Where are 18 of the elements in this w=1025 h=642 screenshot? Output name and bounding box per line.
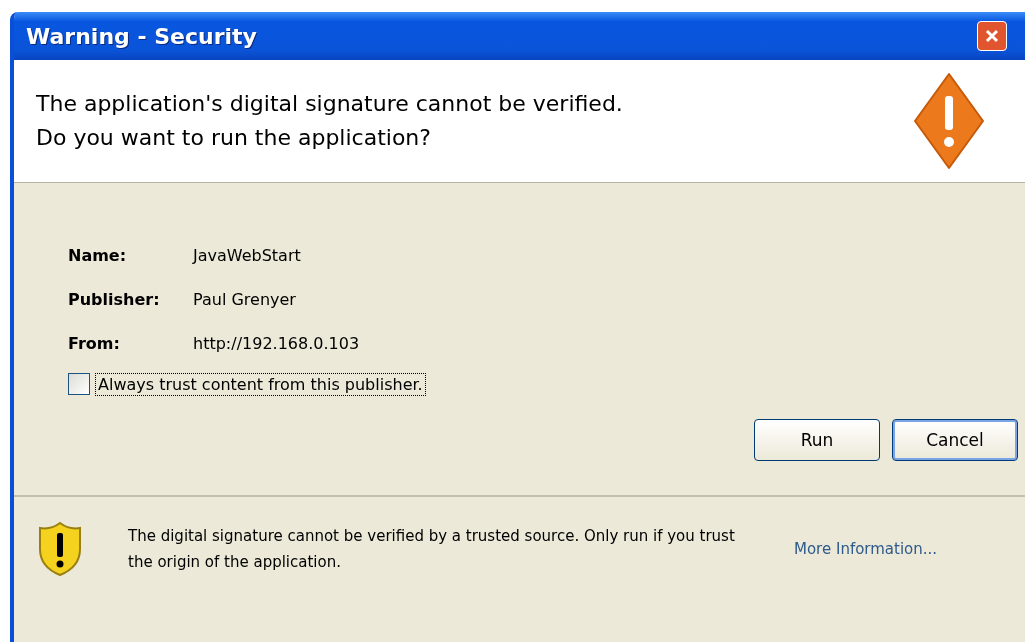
field-value: JavaWebStart [193,245,301,265]
field-label: Name: [68,245,128,265]
checkbox-label[interactable]: Always trust content from this publisher. [96,373,425,395]
run-button[interactable]: Run [754,419,880,461]
warning-diamond-icon [913,72,985,170]
footer-text: The digital signature cannot be verified by a trusted source. Only run if you trust the origin of the application. [128,526,736,573]
field-label: From: [68,333,121,353]
more-information-link[interactable]: More Information... [794,540,938,558]
warning-message: The application's digital signature cannot be verified. Do you want to run the application? [36,90,623,152]
window-title: Warning - Security [26,23,257,49]
field-label: Publisher: [68,289,161,309]
field-value: http://192.168.0.103 [193,333,360,353]
field-value: Paul Grenyer [193,289,296,309]
cancel-button[interactable]: Cancel [892,419,1018,461]
checkbox[interactable] [68,373,90,395]
close-icon [984,28,1000,44]
close-button[interactable] [977,21,1007,51]
warning-shield-icon [38,521,82,577]
